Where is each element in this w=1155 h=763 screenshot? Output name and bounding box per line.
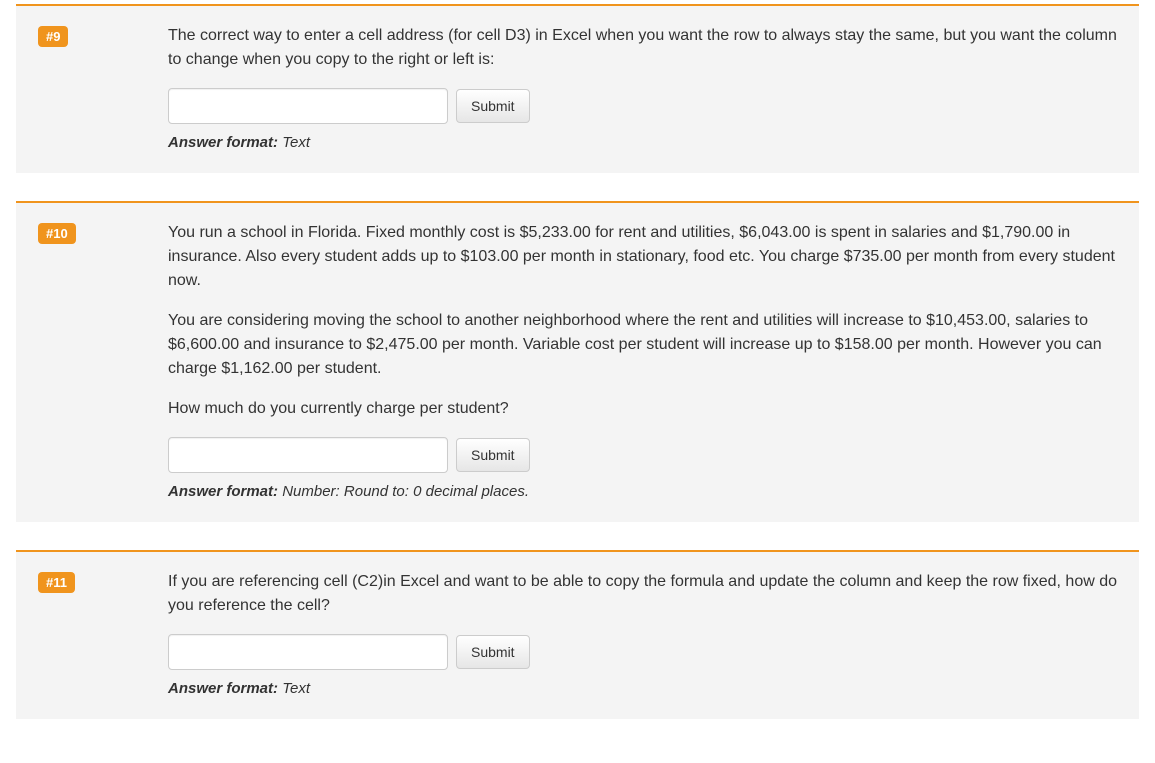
answer-input[interactable] xyxy=(168,437,448,473)
question-content: If you are referencing cell (C2)in Excel… xyxy=(168,570,1117,697)
answer-format-value: Text xyxy=(282,680,310,697)
answer-row: Submit xyxy=(168,437,1117,473)
badge-column: #9 xyxy=(38,24,168,47)
answer-format-label: Answer format: xyxy=(168,134,278,151)
answer-format: Answer format: Text xyxy=(168,134,1117,151)
question-paragraph: You run a school in Florida. Fixed month… xyxy=(168,221,1117,293)
question-number-badge: #11 xyxy=(38,572,75,593)
question-block: #10 You run a school in Florida. Fixed m… xyxy=(16,201,1139,522)
question-text: You run a school in Florida. Fixed month… xyxy=(168,221,1117,421)
answer-input[interactable] xyxy=(168,634,448,670)
badge-column: #11 xyxy=(38,570,168,593)
question-text: If you are referencing cell (C2)in Excel… xyxy=(168,570,1117,618)
question-content: The correct way to enter a cell address … xyxy=(168,24,1117,151)
submit-button[interactable]: Submit xyxy=(456,438,530,472)
answer-format-label: Answer format: xyxy=(168,680,278,697)
answer-input[interactable] xyxy=(168,88,448,124)
answer-format: Answer format: Text xyxy=(168,680,1117,697)
question-block: #11 If you are referencing cell (C2)in E… xyxy=(16,550,1139,719)
answer-row: Submit xyxy=(168,634,1117,670)
question-content: You run a school in Florida. Fixed month… xyxy=(168,221,1117,500)
question-block: #9 The correct way to enter a cell addre… xyxy=(16,4,1139,173)
answer-format-value: Text xyxy=(282,134,310,151)
answer-format-value: Number: Round to: 0 decimal places. xyxy=(282,483,529,500)
question-paragraph: The correct way to enter a cell address … xyxy=(168,24,1117,72)
answer-row: Submit xyxy=(168,88,1117,124)
question-number-badge: #9 xyxy=(38,26,68,47)
question-text: The correct way to enter a cell address … xyxy=(168,24,1117,72)
question-number-badge: #10 xyxy=(38,223,76,244)
question-paragraph: If you are referencing cell (C2)in Excel… xyxy=(168,570,1117,618)
answer-format: Answer format: Number: Round to: 0 decim… xyxy=(168,483,1117,500)
question-paragraph: How much do you currently charge per stu… xyxy=(168,397,1117,421)
submit-button[interactable]: Submit xyxy=(456,635,530,669)
submit-button[interactable]: Submit xyxy=(456,89,530,123)
badge-column: #10 xyxy=(38,221,168,244)
answer-format-label: Answer format: xyxy=(168,483,278,500)
question-paragraph: You are considering moving the school to… xyxy=(168,309,1117,381)
